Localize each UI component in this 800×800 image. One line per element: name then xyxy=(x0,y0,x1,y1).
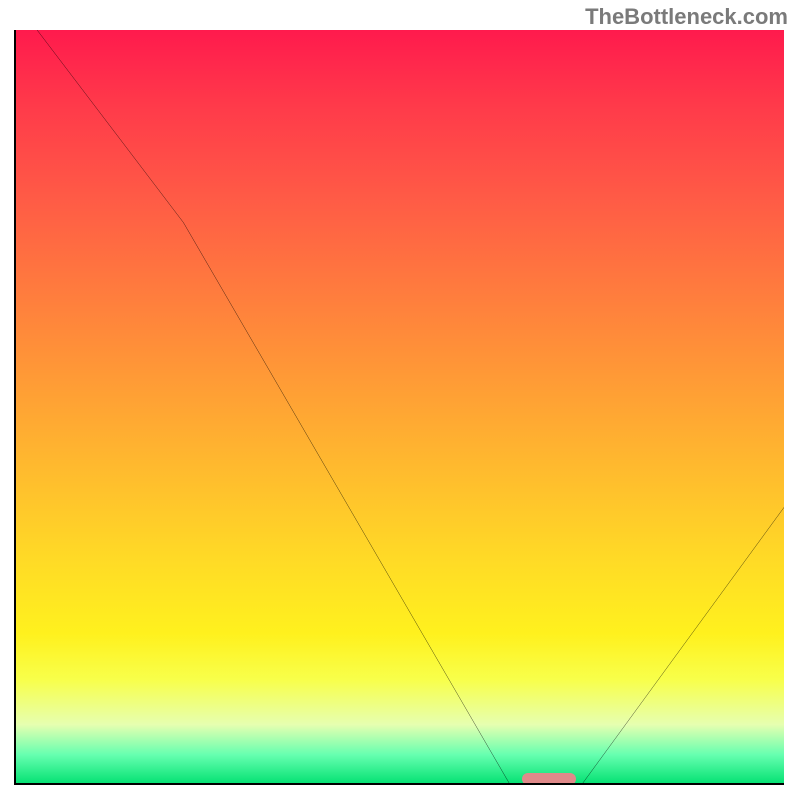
plot-area xyxy=(14,30,784,785)
watermark-text: TheBottleneck.com xyxy=(585,4,788,30)
optimal-range-marker xyxy=(522,773,576,785)
bottleneck-curve xyxy=(14,30,784,785)
chart-container xyxy=(14,30,784,785)
